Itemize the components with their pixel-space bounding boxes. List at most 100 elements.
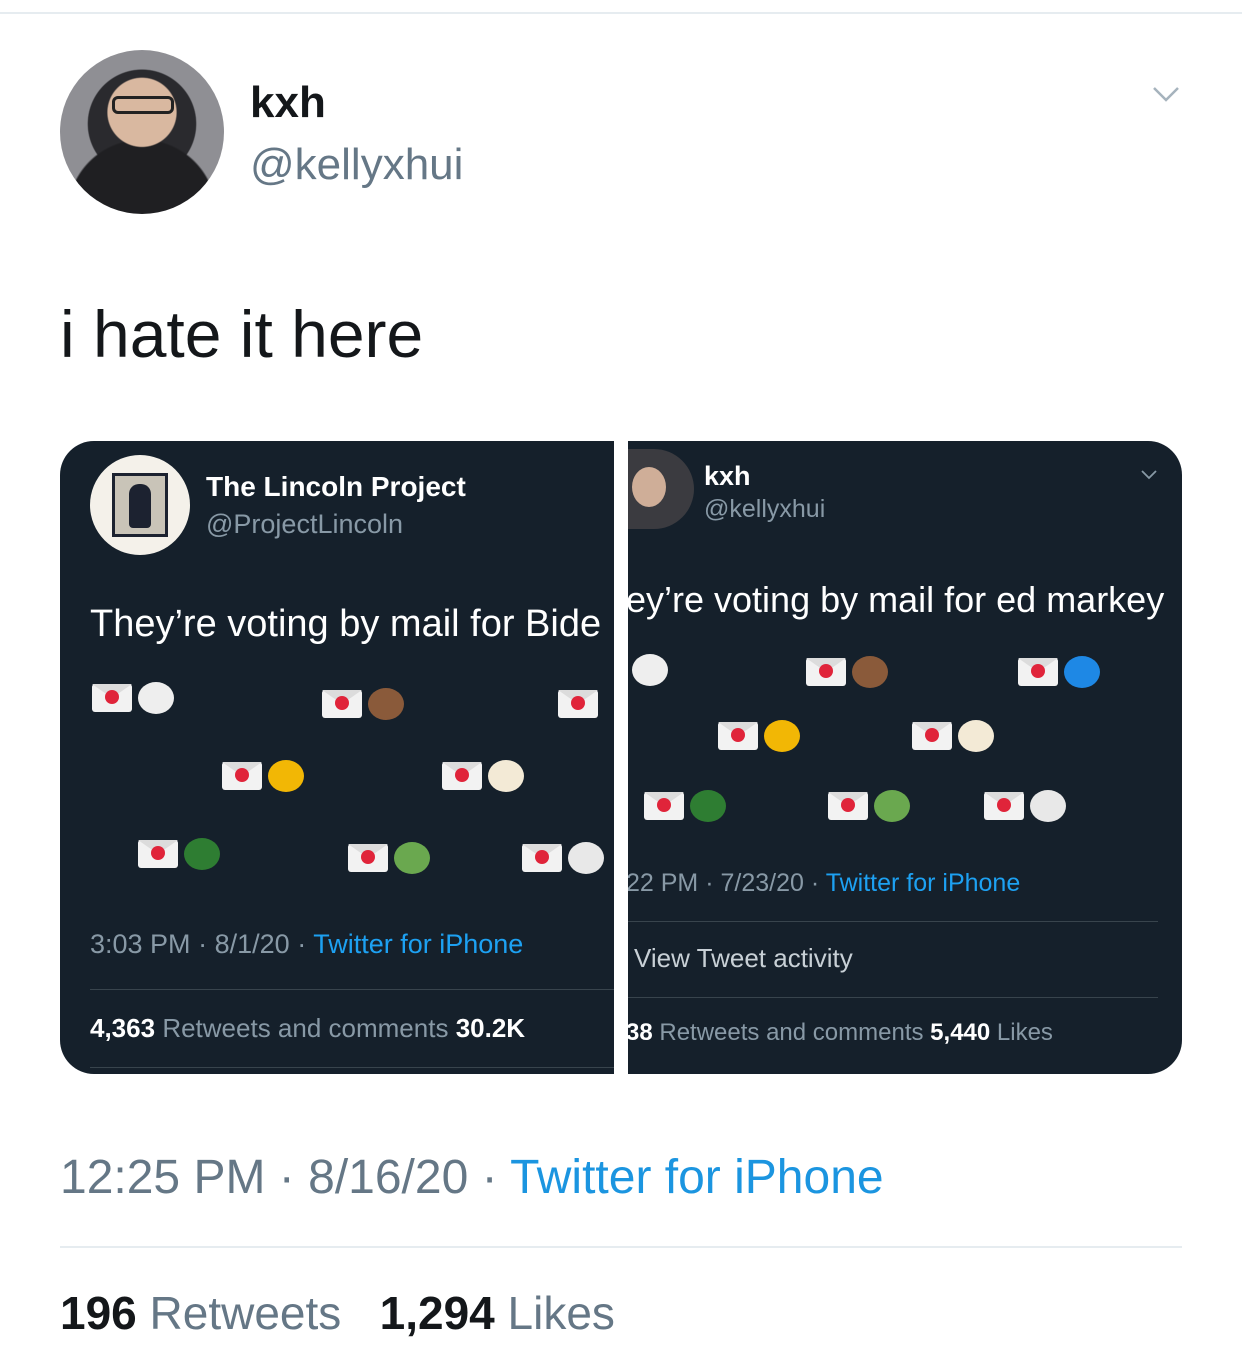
tweet-timestamp-line: 12:25 PM · 8/16/20 · Twitter for iPhone xyxy=(60,1150,884,1205)
love-letter-icon xyxy=(806,657,846,686)
retweets-stat[interactable]: 196 Retweets xyxy=(60,1287,341,1339)
kxh-handle: @kellyxhui xyxy=(704,495,826,523)
divider xyxy=(90,989,614,990)
separator-dot: · xyxy=(278,1151,295,1204)
glasses-graphic xyxy=(112,96,174,114)
love-letter-icon xyxy=(522,843,562,872)
retweets-count: 196 xyxy=(60,1287,137,1339)
chevron-down-icon[interactable] xyxy=(1152,80,1180,108)
tweet-time[interactable]: 12:25 PM xyxy=(60,1151,265,1204)
love-letter-icon xyxy=(718,721,758,750)
bee-icon xyxy=(268,759,304,792)
lincoln-display-name: The Lincoln Project xyxy=(206,471,466,502)
portrait-graphic xyxy=(112,473,168,537)
lincoln-likes-count: 30.2K xyxy=(455,1013,526,1043)
emoji-pair xyxy=(628,651,668,686)
kxh-likes-count: 5,440 xyxy=(930,1019,991,1046)
emoji-pair xyxy=(806,653,888,688)
emoji-pair xyxy=(322,685,404,720)
emoji-pair xyxy=(718,717,800,752)
love-letter-icon xyxy=(828,791,868,820)
love-letter-icon xyxy=(442,761,482,790)
tweet-source-link[interactable]: Twitter for iPhone xyxy=(510,1151,884,1204)
lincoln-tweet-text: They’re voting by mail for Bide xyxy=(90,603,602,645)
turtle-icon xyxy=(394,841,430,874)
kxh-avatar xyxy=(628,449,694,529)
love-letter-icon xyxy=(92,683,132,712)
divider xyxy=(628,921,1158,922)
kxh-retweets-label: Retweets and comments xyxy=(659,1019,924,1046)
top-divider xyxy=(0,12,1242,14)
likes-count: 1,294 xyxy=(379,1287,495,1339)
kxh-time: 22 PM xyxy=(628,869,699,897)
lincoln-date: 8/1/20 xyxy=(214,929,290,959)
emoji-pair xyxy=(222,757,304,792)
love-letter-icon xyxy=(644,791,684,820)
love-letter-icon xyxy=(138,839,178,868)
kxh-stats: 38 Retweets and comments 5,440 Likes xyxy=(628,1019,1053,1047)
likes-label: Likes xyxy=(507,1287,615,1339)
kxh-tweet-text: ey’re voting by mail for ed markey xyxy=(628,579,1165,620)
llama-icon xyxy=(488,759,524,792)
kxh-view-activity: View Tweet activity xyxy=(634,943,853,973)
dove-icon xyxy=(568,841,604,874)
screenshot-kxh: kxh @kellyxhui ey’re voting by mail for … xyxy=(628,441,1182,1074)
kxh-timestamp-line: 22 PM · 7/23/20 · Twitter for iPhone xyxy=(628,869,1020,898)
sheep-icon xyxy=(632,653,668,686)
emoji-pair xyxy=(442,757,524,792)
author-handle[interactable]: @kellyxhui xyxy=(250,140,463,190)
author-display-name[interactable]: kxh xyxy=(250,78,326,128)
tweet-text: i hate it here xyxy=(60,297,424,371)
duck-icon xyxy=(184,837,220,870)
kxh-date: 7/23/20 xyxy=(720,869,804,897)
screenshot-lincoln-project: The Lincoln Project @ProjectLincoln They… xyxy=(60,441,614,1074)
chevron-down-icon xyxy=(1141,470,1157,480)
kxh-likes-label: Likes xyxy=(996,1019,1053,1046)
emoji-pair xyxy=(984,787,1066,822)
divider xyxy=(628,997,1158,998)
love-letter-icon xyxy=(348,843,388,872)
lincoln-retweets-label: Retweets and comments xyxy=(162,1013,449,1043)
tweet-media-image[interactable]: The Lincoln Project @ProjectLincoln They… xyxy=(60,441,1182,1074)
likes-stat[interactable]: 1,294 Likes xyxy=(380,1287,615,1339)
separator-dot: · xyxy=(481,1151,498,1204)
dove-icon xyxy=(1030,789,1066,822)
separator-dot: · xyxy=(198,929,208,959)
tweet-stats: 196 Retweets 1,294 Likes xyxy=(60,1286,615,1340)
profile-avatar[interactable] xyxy=(60,50,224,214)
llama-icon xyxy=(958,719,994,752)
separator-dot: · xyxy=(810,869,820,897)
sheep-icon xyxy=(138,681,174,714)
love-letter-icon xyxy=(322,689,362,718)
divider xyxy=(60,1246,1182,1248)
lincoln-stats: 4,363 Retweets and comments 30.2K xyxy=(90,1013,525,1044)
love-letter-icon xyxy=(984,791,1024,820)
love-letter-icon xyxy=(1018,657,1058,686)
kxh-source: Twitter for iPhone xyxy=(825,869,1021,897)
separator-dot: · xyxy=(297,929,307,959)
separator-dot: · xyxy=(705,869,714,897)
otter-icon xyxy=(368,687,404,720)
lincoln-handle: @ProjectLincoln xyxy=(206,509,404,539)
otter-icon xyxy=(852,655,888,688)
love-letter-icon xyxy=(558,689,598,718)
emoji-pair xyxy=(828,787,910,822)
duck-icon xyxy=(690,789,726,822)
emoji-pair xyxy=(138,835,220,870)
kxh-retweets-count: 38 xyxy=(628,1019,653,1046)
lincoln-timestamp-line: 3:03 PM · 8/1/20 · Twitter for iPhone xyxy=(90,929,523,960)
tweet-date[interactable]: 8/16/20 xyxy=(308,1151,468,1204)
lincoln-source: Twitter for iPhone xyxy=(313,929,524,959)
emoji-pair xyxy=(92,679,174,714)
divider xyxy=(90,1067,614,1068)
lincoln-avatar xyxy=(90,455,190,555)
emoji-pair xyxy=(348,839,430,874)
lincoln-retweets-count: 4,363 xyxy=(90,1013,156,1043)
lincoln-time: 3:03 PM xyxy=(90,929,191,959)
emoji-pair xyxy=(912,717,994,752)
emoji-pair xyxy=(644,787,726,822)
kxh-display-name: kxh xyxy=(704,461,751,491)
emoji-pair xyxy=(558,685,598,719)
bee-icon xyxy=(764,719,800,752)
emoji-pair xyxy=(1018,653,1100,688)
